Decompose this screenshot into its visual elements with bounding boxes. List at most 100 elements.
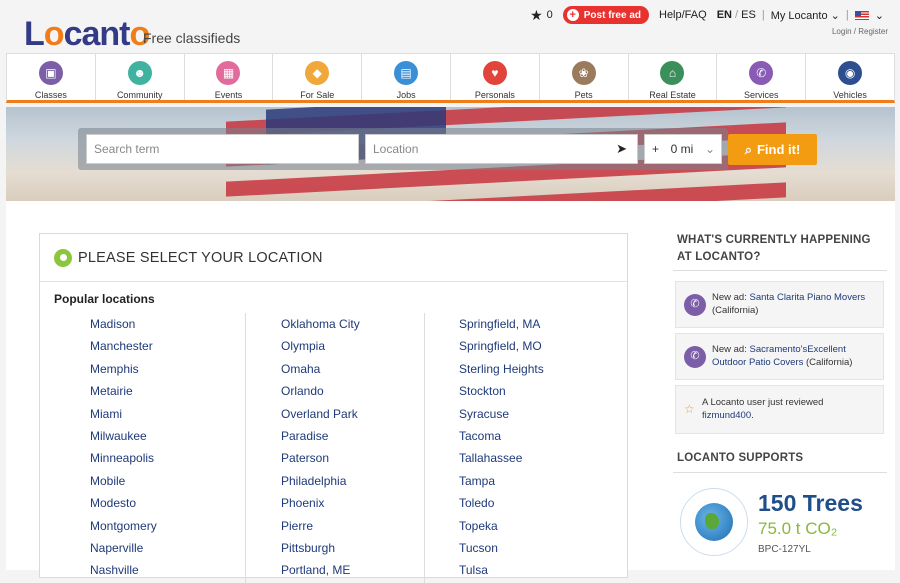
classes-icon: ▣ [38, 61, 63, 85]
search-icon: ⌕ [744, 141, 752, 157]
logo-text: Locanto [24, 15, 150, 53]
globe-icon [695, 503, 733, 541]
city-link[interactable]: Phoenix [281, 492, 451, 514]
city-link[interactable]: Topeka [459, 515, 629, 537]
city-link[interactable]: Toledo [459, 492, 629, 514]
city-link[interactable]: Orlando [281, 380, 451, 402]
favorites-count: 0 [546, 9, 553, 21]
lang-es-link[interactable]: ES [741, 9, 756, 21]
radius-select[interactable]: + 0 mi ⌄ [644, 134, 722, 164]
city-link[interactable]: Tampa [459, 470, 629, 492]
city-link[interactable]: Overland Park [281, 403, 451, 425]
city-link[interactable]: Olympia [281, 335, 451, 357]
city-link[interactable]: Paterson [281, 447, 451, 469]
city-link[interactable]: Paradise [281, 425, 451, 447]
category-pets[interactable]: ❀ Pets [540, 54, 629, 100]
city-link[interactable]: Springfield, MO [459, 335, 629, 357]
city-link[interactable]: Omaha [281, 358, 451, 380]
my-locanto-menu[interactable]: My Locanto ⌄ [771, 9, 840, 22]
city-link[interactable]: Nashville [90, 559, 260, 581]
city-link[interactable]: Memphis [90, 358, 260, 380]
search-term-input[interactable]: Search term [86, 134, 359, 164]
chevron-down-icon: ⌄ [830, 9, 840, 22]
city-link[interactable]: Stockton [459, 380, 629, 402]
news-item: ✆ New ad: Sacramento'sExcellent Outdoor … [675, 333, 884, 380]
city-link[interactable]: Philadelphia [281, 470, 451, 492]
country-selector[interactable]: ⌄ [854, 9, 884, 22]
category-for-sale[interactable]: ◆ For Sale [273, 54, 363, 100]
phone-icon: ✆ [749, 61, 774, 85]
chevron-down-icon: ⌄ [704, 142, 715, 156]
category-real-estate[interactable]: ⌂ Real Estate [629, 54, 718, 100]
star-outline-icon: ☆ [684, 402, 695, 417]
city-link[interactable]: Tulsa [459, 559, 629, 581]
car-icon: ◉ [838, 61, 863, 85]
city-link[interactable]: Portland, ME [281, 559, 451, 581]
city-link[interactable]: Madison [90, 313, 260, 335]
city-link[interactable]: Manchester [90, 335, 260, 357]
post-free-ad-label: Post free ad [583, 9, 641, 21]
phone-icon: ✆ [684, 293, 706, 316]
site-header: Locanto Free classifieds ★ 0 + Post free… [0, 0, 900, 52]
co2-amount: 75.0 t CO₂ [758, 519, 838, 538]
supports-title: LOCANTO SUPPORTS [677, 452, 804, 464]
city-link[interactable]: Metairie [90, 380, 260, 402]
city-link[interactable]: Springfield, MA [459, 313, 629, 335]
city-link[interactable]: Syracuse [459, 403, 629, 425]
house-icon: ⌂ [660, 61, 685, 85]
paw-icon: ❀ [571, 61, 596, 85]
location-input[interactable]: Location ➤ [365, 134, 638, 164]
phone-icon: ✆ [684, 345, 706, 368]
city-link[interactable]: Tallahassee [459, 447, 629, 469]
category-label: Pets [574, 90, 593, 100]
city-link[interactable]: Sterling Heights [459, 358, 629, 380]
city-link[interactable]: Milwaukee [90, 425, 260, 447]
city-link[interactable]: Oklahoma City [281, 313, 451, 335]
lang-en-link[interactable]: EN [717, 9, 732, 21]
help-faq-link[interactable]: Help/FAQ [659, 9, 707, 21]
location-panel-title: PLEASE SELECT YOUR LOCATION [78, 249, 323, 266]
category-label: For Sale [300, 90, 335, 100]
city-link[interactable]: Tacoma [459, 425, 629, 447]
heart-icon: ♥ [482, 61, 507, 85]
city-link[interactable]: Minneapolis [90, 447, 260, 469]
reviewed-user-link[interactable]: fizmund400 [702, 410, 751, 421]
location-panel-header: PLEASE SELECT YOUR LOCATION [40, 234, 627, 282]
category-label: Classes [34, 90, 67, 100]
category-vehicles[interactable]: ◉ Vehicles [806, 54, 894, 100]
plus-icon: + [566, 9, 579, 21]
locanto-logo[interactable]: Locanto [12, 8, 150, 52]
city-link[interactable]: Miami [90, 403, 260, 425]
city-link[interactable]: Pierre [281, 515, 451, 537]
location-panel: PLEASE SELECT YOUR LOCATION Popular loca… [39, 233, 629, 583]
news-ad-link[interactable]: Santa Clarita Piano Movers [750, 292, 866, 303]
events-icon: ▦ [216, 61, 241, 85]
category-events[interactable]: ▦ Events [185, 54, 274, 100]
locate-arrow-icon[interactable]: ➤ [616, 141, 627, 157]
category-jobs[interactable]: ▤ Jobs [362, 54, 451, 100]
briefcase-icon: ▤ [394, 61, 419, 85]
category-classes[interactable]: ▣ Classes [7, 54, 96, 100]
login-register-link[interactable]: Login / Register [832, 27, 888, 36]
city-link[interactable]: Tucson [459, 537, 629, 559]
city-link[interactable]: Mobile [90, 470, 260, 492]
star-icon[interactable]: ★ [530, 7, 543, 24]
news-item: ☆ A Locanto user just reviewed fizmund40… [675, 385, 884, 434]
category-label: Personals [474, 90, 515, 100]
post-free-ad-button[interactable]: + Post free ad [562, 6, 649, 24]
city-link[interactable]: Modesto [90, 492, 260, 514]
find-it-button[interactable]: ⌕ Find it! [728, 134, 817, 165]
community-icon: ☻ [127, 61, 152, 85]
popular-locations-heading: Popular locations [54, 292, 155, 306]
category-services[interactable]: ✆ Services [717, 54, 807, 100]
category-label: Vehicles [833, 90, 867, 100]
city-link[interactable]: Pittsburgh [281, 537, 451, 559]
city-link[interactable]: Montgomery [90, 515, 260, 537]
category-community[interactable]: ☻ Community [96, 54, 185, 100]
category-personals[interactable]: ♥ Personals [451, 54, 540, 100]
category-bar: ▣ Classes ☻ Community ▦ Events ◆ For Sale ▤ Jobs ♥… [6, 53, 895, 103]
blue-planet-certificate-logo[interactable] [680, 488, 748, 556]
top-nav: ★ 0 + Post free ad Help/FAQ EN / ES | My… [530, 6, 884, 24]
language-switch: EN / ES [716, 9, 756, 21]
city-link[interactable]: Naperville [90, 537, 260, 559]
